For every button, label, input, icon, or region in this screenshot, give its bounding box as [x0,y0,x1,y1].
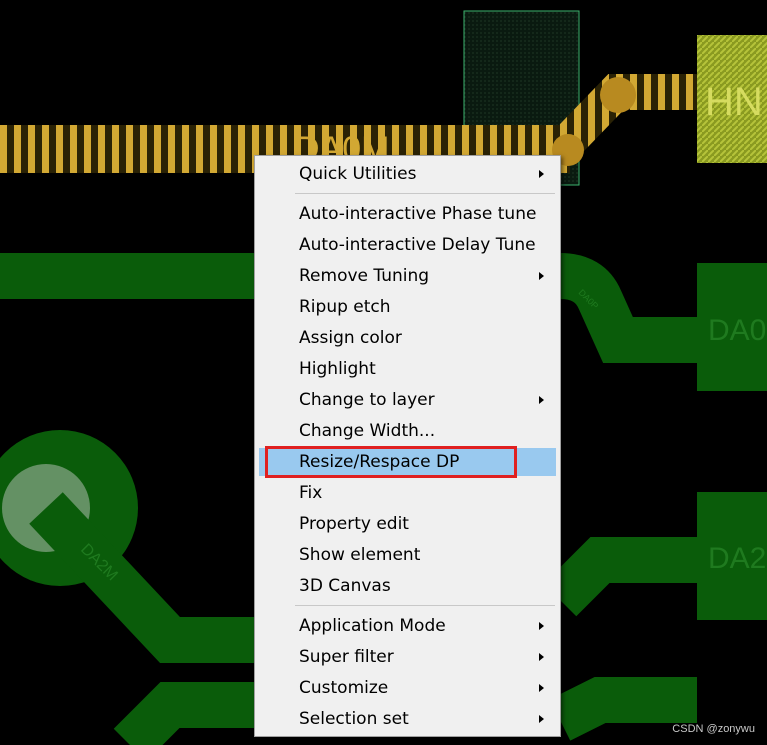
label-da0: DA0 [708,314,766,347]
menu-item-label: Assign color [299,328,402,348]
label-da2: DA2 [708,542,766,575]
menu-item-auto-interactive-phase-tune[interactable]: Auto-interactive Phase tune [259,200,556,228]
submenu-arrow-icon [539,684,544,692]
menu-item-fix[interactable]: Fix [259,479,556,507]
menu-item-change-width[interactable]: Change Width... [259,417,556,445]
menu-separator [295,605,555,606]
menu-item-label: Selection set [299,709,409,729]
label-hn: HN [705,80,763,124]
menu-item-label: Auto-interactive Phase tune [299,204,537,224]
menu-item-label: Show element [299,545,421,565]
menu-item-assign-color[interactable]: Assign color [259,324,556,352]
menu-item-label: Change to layer [299,390,435,410]
watermark: CSDN @zonywu [672,723,755,735]
menu-item-label: Remove Tuning [299,266,430,286]
menu-item-label: Super filter [299,647,394,667]
menu-item-3d-canvas[interactable]: 3D Canvas [259,572,556,600]
submenu-arrow-icon [539,653,544,661]
submenu-arrow-icon [539,170,544,178]
menu-item-customize[interactable]: Customize [259,674,556,702]
menu-item-selection-set[interactable]: Selection set [259,705,556,733]
menu-item-change-to-layer[interactable]: Change to layer [259,386,556,414]
menu-item-label: 3D Canvas [299,576,391,596]
menu-item-label: Property edit [299,514,409,534]
menu-item-auto-interactive-delay-tune[interactable]: Auto-interactive Delay Tune [259,231,556,259]
menu-item-ripup-etch[interactable]: Ripup etch [259,293,556,321]
submenu-arrow-icon [539,396,544,404]
menu-item-label: Change Width... [299,421,436,441]
menu-item-label: Application Mode [299,616,446,636]
menu-item-label: Auto-interactive Delay Tune [299,235,536,255]
menu-item-remove-tuning[interactable]: Remove Tuning [259,262,556,290]
submenu-arrow-icon [539,622,544,630]
menu-item-super-filter[interactable]: Super filter [259,643,556,671]
menu-item-label: Fix [299,483,323,503]
submenu-arrow-icon [539,715,544,723]
menu-item-show-element[interactable]: Show element [259,541,556,569]
menu-item-property-edit[interactable]: Property edit [259,510,556,538]
menu-item-label: Quick Utilities [299,164,417,184]
menu-item-application-mode[interactable]: Application Mode [259,612,556,640]
menu-item-label: Highlight [299,359,376,379]
menu-item-label: Ripup etch [299,297,391,317]
menu-item-label: Customize [299,678,389,698]
submenu-arrow-icon [539,272,544,280]
menu-separator [295,193,555,194]
menu-item-highlight[interactable]: Highlight [259,355,556,383]
menu-item-quick-utilities[interactable]: Quick Utilities [259,160,556,188]
annotation-highlight-box [265,446,517,478]
